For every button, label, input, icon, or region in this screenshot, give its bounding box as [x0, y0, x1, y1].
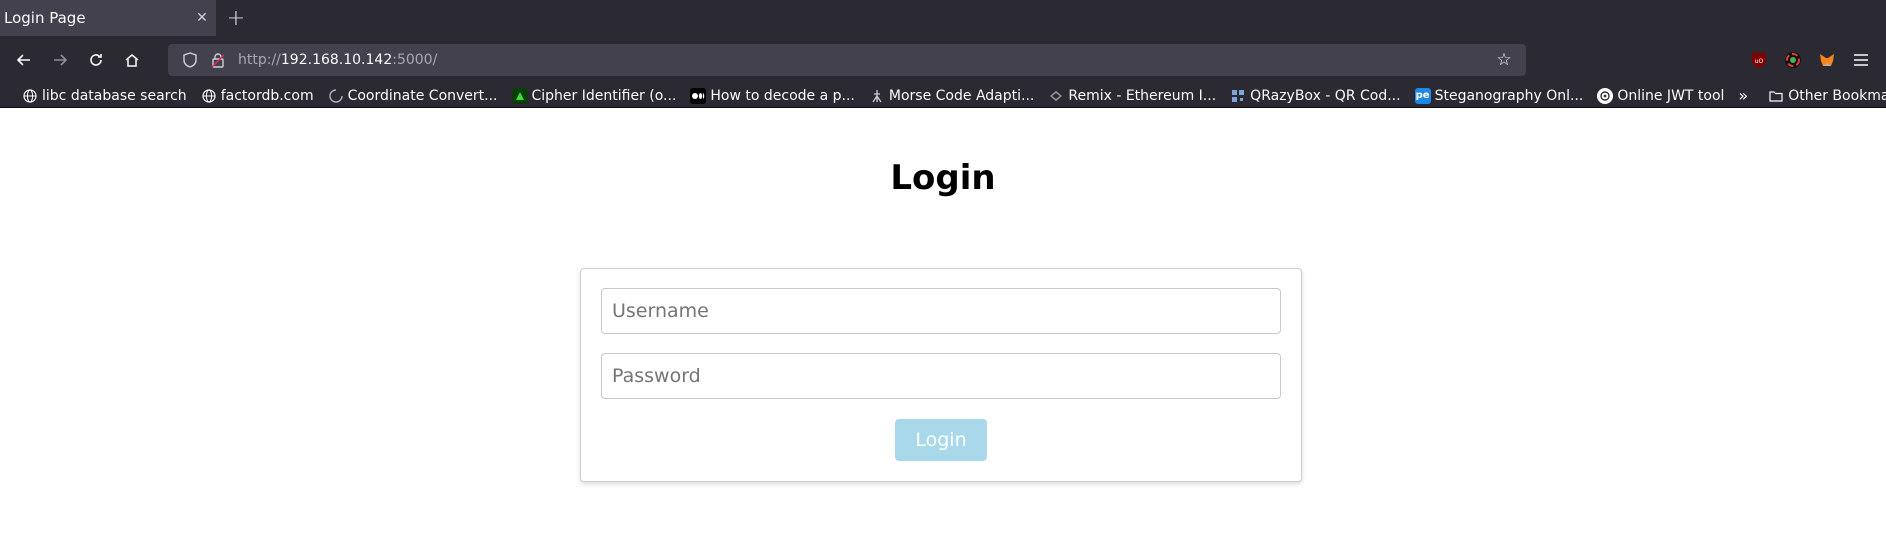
bookmark-item[interactable]: factordb.com [201, 88, 314, 104]
navigation-toolbar: http://192.168.10.142:5000/ ☆ uO [0, 36, 1886, 84]
password-input[interactable] [601, 353, 1281, 399]
bookmark-item[interactable]: Online JWT tool [1597, 87, 1725, 104]
back-button[interactable] [6, 42, 42, 78]
page-viewport: Login Login [0, 108, 1886, 553]
address-bar[interactable]: http://192.168.10.142:5000/ ☆ [168, 44, 1526, 76]
bookmark-item[interactable]: Remix - Ethereum I... [1048, 88, 1216, 104]
username-input[interactable] [601, 288, 1281, 334]
bookmark-item[interactable]: libc database search [22, 88, 187, 104]
url-port-path: :5000/ [392, 52, 438, 68]
new-tab-button[interactable]: + [216, 0, 256, 36]
metamask-fox-icon[interactable] [1814, 47, 1840, 73]
login-form: Login [580, 268, 1302, 482]
url-scheme: http:// [238, 52, 281, 68]
bookmark-item[interactable]: Coordinate Convert... [328, 88, 498, 104]
bookmark-label: Morse Code Adapti... [888, 87, 1035, 104]
bookmark-label: factordb.com [220, 87, 314, 104]
bookmark-label: Coordinate Convert... [347, 87, 498, 104]
color-picker-extension-icon[interactable] [1780, 47, 1806, 73]
home-icon [125, 54, 139, 67]
svg-text:uO: uO [1755, 58, 1764, 65]
login-button[interactable]: Login [895, 419, 987, 461]
bookmark-label: How to decode a p... [710, 87, 855, 104]
extensions-area: uO [1746, 47, 1880, 73]
medium-icon [690, 87, 707, 104]
globe-icon [22, 88, 38, 104]
hamburger-menu-icon[interactable] [1848, 47, 1874, 73]
stego-icon: pe [1414, 87, 1431, 104]
shield-icon[interactable] [176, 52, 204, 68]
url-host: 192.168.10.142 [280, 52, 393, 68]
globe-icon [201, 88, 217, 104]
home-button[interactable] [114, 42, 150, 78]
jwt-icon [1597, 87, 1614, 104]
tab-title: Login Page [4, 9, 86, 27]
bookmark-label: Steganography Onl... [1434, 87, 1584, 104]
bookmarks-overflow-area: » Other Bookmarks [1738, 86, 1886, 105]
bookmark-label: libc database search [42, 87, 187, 104]
other-bookmarks-label: Other Bookmarks [1788, 87, 1886, 104]
bookmark-label: Cipher Identifier (o... [531, 87, 677, 104]
tab-login-page[interactable]: Login Page ✕ [0, 0, 216, 36]
insecure-lock-icon[interactable] [204, 52, 232, 68]
page-title: Login [890, 158, 996, 198]
other-bookmarks-folder[interactable]: Other Bookmarks [1768, 88, 1886, 104]
loading-icon [328, 88, 344, 104]
dcode-icon [511, 87, 528, 104]
bookmark-star-icon[interactable]: ☆ [1490, 50, 1518, 70]
bookmark-item[interactable]: pe Steganography Onl... [1414, 87, 1584, 104]
reload-icon [90, 54, 102, 66]
bookmark-item[interactable]: QRazyBox - QR Cod... [1230, 87, 1401, 104]
bookmarks-toolbar: libc database search factordb.com Coordi… [0, 84, 1886, 108]
remix-icon [1048, 88, 1064, 104]
morse-icon [869, 88, 885, 104]
bookmark-item[interactable]: How to decode a p... [690, 87, 855, 104]
bookmark-label: Online JWT tool [1617, 87, 1725, 104]
close-icon[interactable]: ✕ [188, 10, 216, 26]
bookmark-item[interactable]: Morse Code Adapti... [869, 88, 1034, 104]
back-arrow-icon [16, 54, 30, 66]
bookmark-label: Remix - Ethereum I... [1068, 87, 1217, 104]
qr-icon [1230, 88, 1246, 104]
chevron-right-icon[interactable]: » [1738, 86, 1748, 105]
bookmark-item[interactable]: Cipher Identifier (o... [511, 87, 677, 104]
bookmark-label: QRazyBox - QR Cod... [1250, 87, 1401, 104]
tab-strip: Login Page ✕ + [0, 0, 1886, 36]
forward-button[interactable] [42, 42, 78, 78]
ublock-origin-icon[interactable]: uO [1746, 47, 1772, 73]
folder-icon [1768, 88, 1784, 104]
url-text[interactable]: http://192.168.10.142:5000/ [238, 52, 1490, 68]
reload-button[interactable] [78, 42, 114, 78]
forward-arrow-icon [54, 54, 68, 66]
